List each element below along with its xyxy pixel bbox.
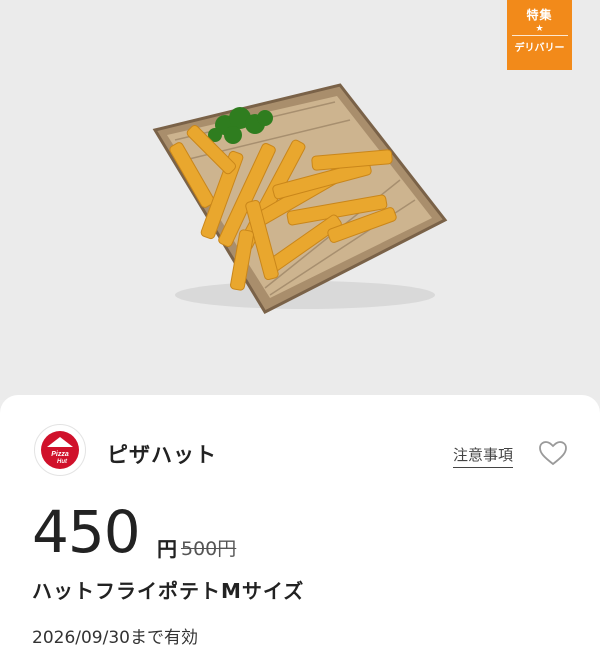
notice-link[interactable]: 注意事項 (453, 444, 514, 468)
star-icon: ★ (535, 24, 544, 34)
svg-text:Hut: Hut (57, 459, 68, 465)
feature-delivery-badge: 特集 ★ デリバリー (507, 0, 572, 70)
svg-text:Pizza: Pizza (51, 451, 69, 458)
badge-feature-label: 特集 (526, 8, 553, 22)
price-row: 450 円 500円 (32, 498, 236, 566)
badge-divider (511, 35, 568, 36)
heart-outline-icon[interactable] (538, 440, 568, 466)
validity-date: 2026/09/30まで有効 (32, 628, 198, 648)
yen-unit: 円 (157, 537, 177, 561)
hero-image-area: 特集 ★ デリバリー (0, 0, 600, 400)
discount-price: 450 (32, 498, 141, 566)
badge-delivery-label: デリバリー (514, 43, 565, 54)
original-price: 500円 (181, 538, 237, 560)
coupon-card: Pizza Hut ピザハット 注意事項 450 円 500円 ハットフライポテ… (0, 395, 600, 670)
product-image-fries (152, 83, 448, 314)
product-name: ハットフライポテトMサイズ (32, 579, 305, 603)
shop-name: ピザハット (107, 443, 217, 467)
pizza-hut-logo: Pizza Hut (34, 424, 86, 476)
